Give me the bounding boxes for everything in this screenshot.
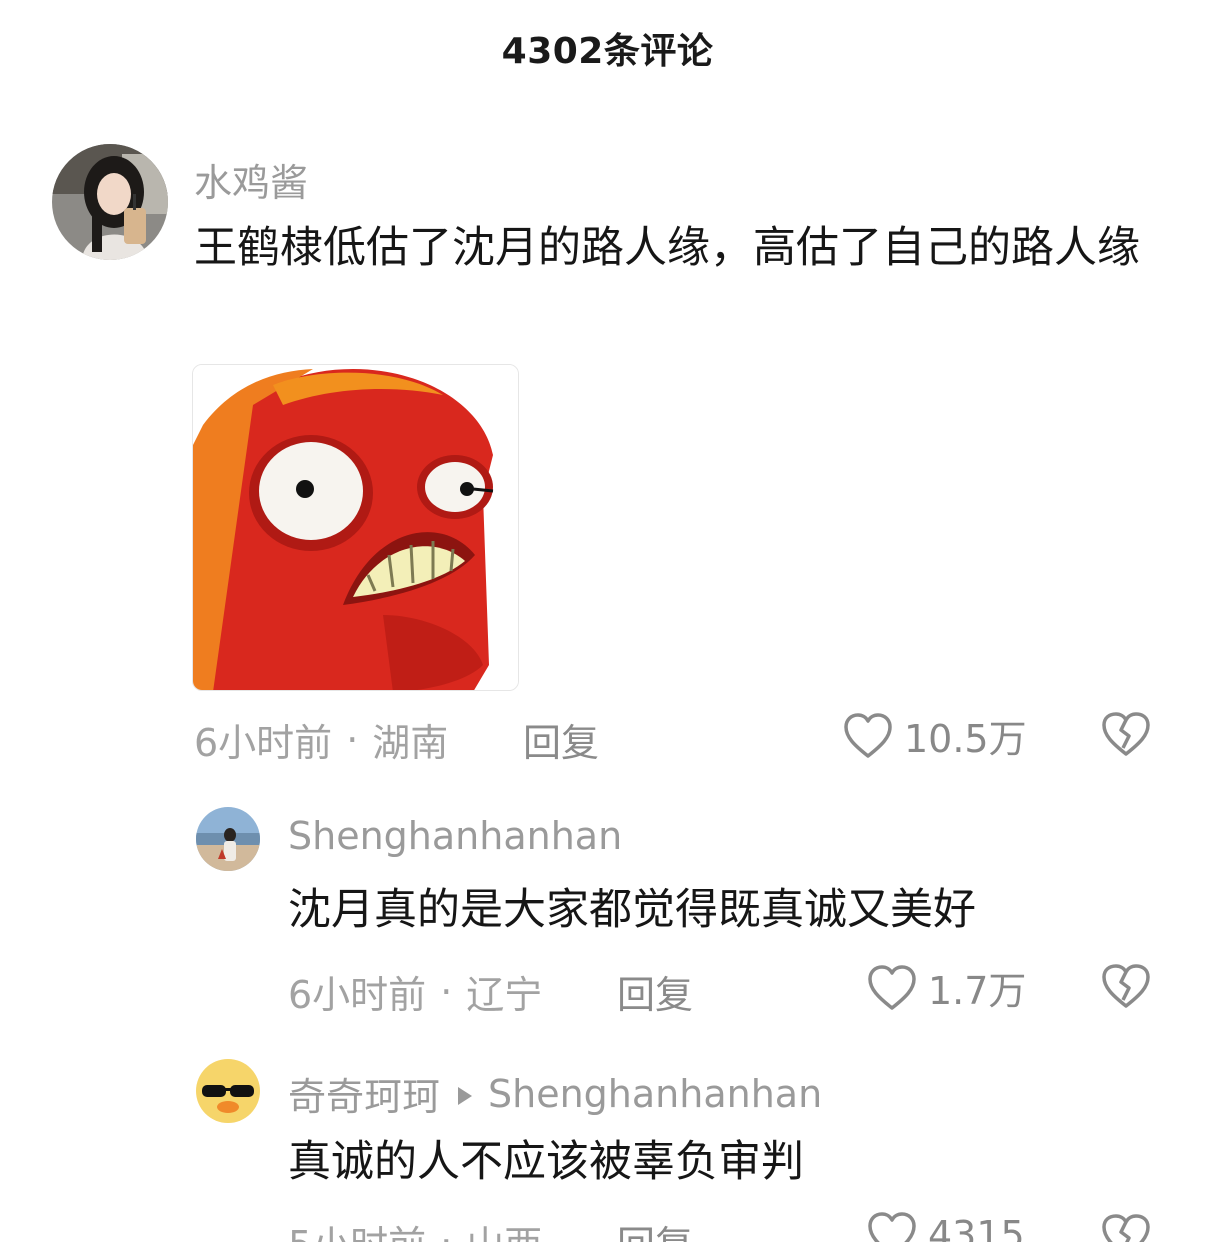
- reply-username[interactable]: 奇奇珂珂: [288, 1066, 440, 1121]
- heart-outline-icon: [844, 712, 892, 758]
- reply-button[interactable]: 回复: [523, 712, 599, 767]
- reply-location: 辽宁: [466, 973, 543, 1017]
- separator-dot: ·: [440, 969, 453, 1014]
- duck-with-sunglasses-icon: [196, 1059, 260, 1123]
- comment-username[interactable]: 水鸡酱: [194, 152, 308, 207]
- user-avatar[interactable]: [52, 144, 168, 260]
- reply-location: 山西: [466, 1214, 542, 1242]
- broken-heart-icon: [1102, 964, 1150, 1008]
- reply-username-line: 奇奇珂珂 Shenghanhanhan: [288, 1066, 822, 1121]
- reply-button[interactable]: 回复: [617, 964, 693, 1019]
- like-count: 1.7万: [928, 969, 1027, 1013]
- user-avatar[interactable]: [196, 1059, 260, 1123]
- comment-text: 王鹤棣低估了沈月的路人缘，高估了自己的路人缘: [194, 223, 1140, 273]
- reply-text: 沈月真的是大家都觉得既真诚又美好: [288, 885, 976, 935]
- broken-heart-icon: [1102, 712, 1150, 756]
- comment-time: 6小时前: [194, 721, 333, 765]
- dislike-button[interactable]: [1100, 710, 1152, 758]
- user-avatar[interactable]: [196, 807, 260, 871]
- heart-outline-icon: [868, 1212, 916, 1242]
- separator-dot: ·: [346, 717, 359, 762]
- like-button[interactable]: 1.7万: [866, 960, 1026, 1015]
- separator-dot: ·: [440, 1219, 453, 1242]
- reply-time: 5小时前: [288, 1214, 426, 1242]
- like-count: 10.5万: [904, 717, 1027, 761]
- comment-sticker-image[interactable]: [192, 364, 519, 691]
- like-count: 4315: [928, 1213, 1025, 1242]
- dislike-button[interactable]: [1100, 1212, 1152, 1242]
- comment-meta: 6小时前 · 湖南: [194, 712, 448, 767]
- shocked-red-cartoon-sticker-icon: [193, 365, 518, 690]
- like-button[interactable]: 4315: [866, 1210, 1025, 1242]
- woman-with-drink-icon: [52, 144, 168, 260]
- triangle-right-icon: [456, 1072, 474, 1116]
- reply-time: 6小时前: [288, 973, 427, 1017]
- reply-to-username[interactable]: Shenghanhanhan: [488, 1072, 822, 1116]
- reply-button[interactable]: 回复: [617, 1214, 693, 1242]
- woman-at-beach-icon: [196, 807, 260, 871]
- heart-outline-icon: [868, 964, 916, 1010]
- comment-location: 湖南: [372, 721, 449, 765]
- comment-count-title: 4302条评论: [501, 31, 714, 72]
- reply-username[interactable]: Shenghanhanhan: [288, 814, 622, 858]
- reply-meta: 5小时前 · 山西: [288, 1214, 542, 1242]
- reply-text: 真诚的人不应该被辜负审判: [288, 1137, 804, 1187]
- broken-heart-icon: [1102, 1214, 1150, 1242]
- reply-meta: 6小时前 · 辽宁: [288, 964, 542, 1019]
- dislike-button[interactable]: [1100, 962, 1152, 1010]
- like-button[interactable]: 10.5万: [842, 708, 1027, 763]
